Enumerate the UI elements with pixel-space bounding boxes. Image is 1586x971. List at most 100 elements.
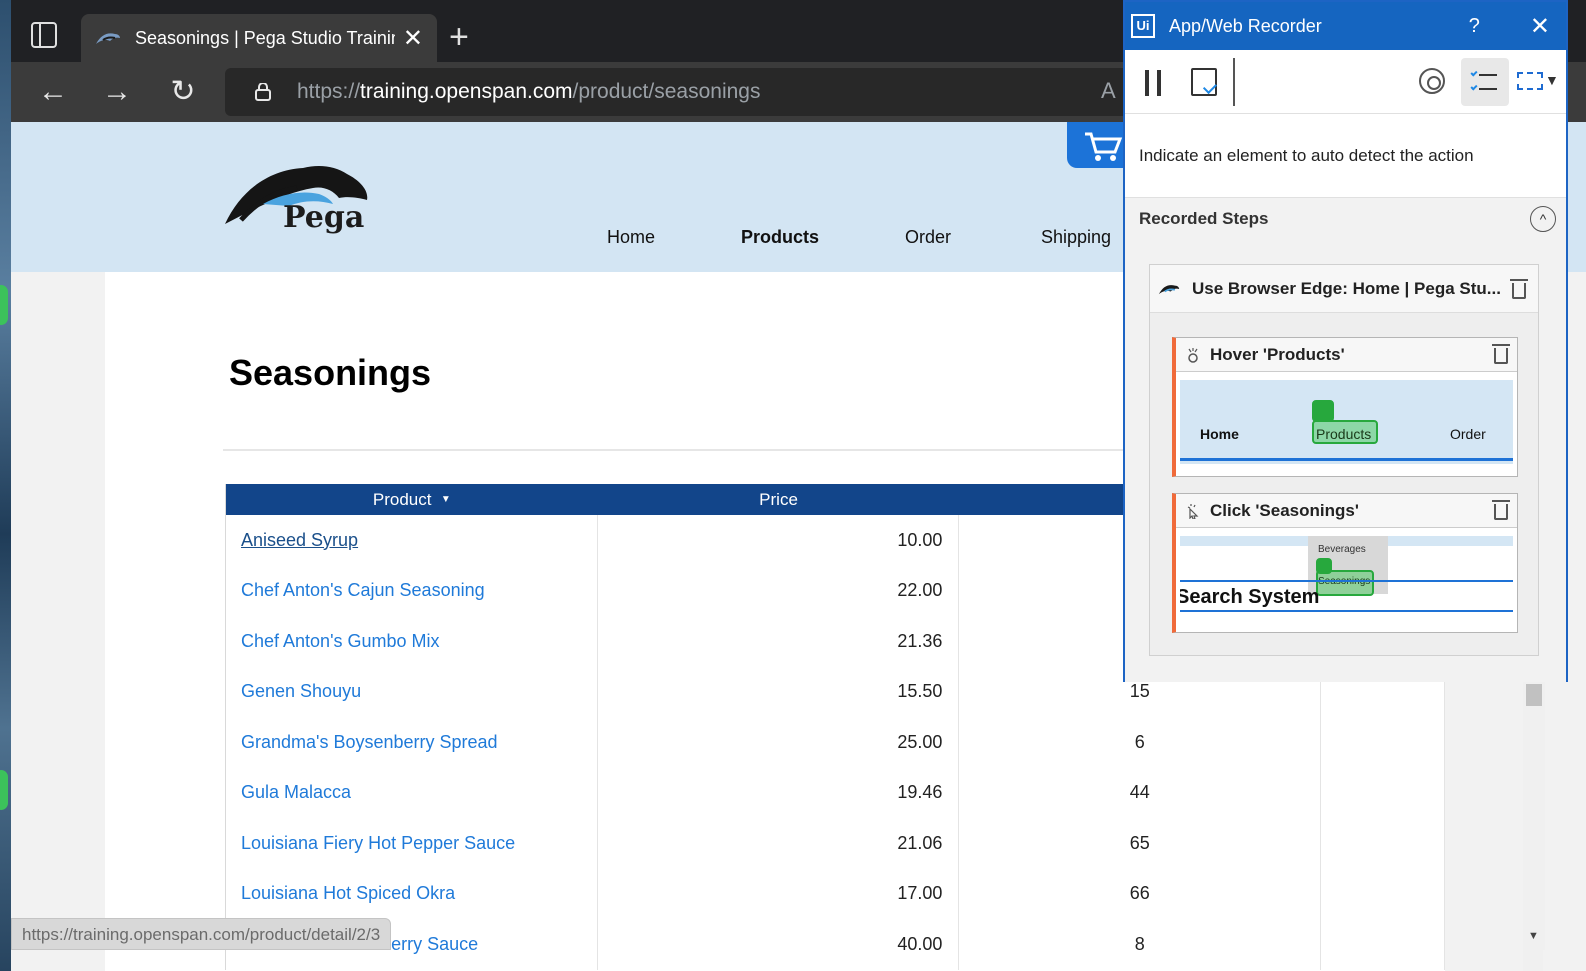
table-row: Northwoods Cranberry Sauce40.008 [226,919,1445,970]
list-line [1479,74,1497,76]
table-row: Grandma's Boysenberry Spread 25.00 6 [226,717,1445,768]
pega-logo-text: Pega [283,200,365,235]
page-title: Seasonings [229,352,432,393]
third-column-cell: 8 [959,919,1322,970]
thumb-products-label: Products [1316,426,1372,442]
table-row: Gula Malacca 19.46 44 [226,767,1445,818]
dropdown-arrow-icon[interactable]: ▼ [1545,72,1559,88]
thumb-search-label: Search System [1180,586,1320,608]
product-link[interactable]: Chef Anton's Cajun Seasoning [226,565,598,616]
price-cell: 21.36 [598,616,960,667]
thumb-beverages-label: Beverages [1318,544,1366,555]
extra-cell [1321,919,1445,970]
column-header-product[interactable]: Product ▼ [226,484,598,515]
third-column-cell: 44 [959,767,1322,818]
pause-icon[interactable] [1145,70,1161,96]
step-screenshot-thumbnail: Beverages Seasonings Search System [1180,536,1513,620]
step-click-seasonings[interactable]: Click 'Seasonings' Beverages Seasonings … [1172,493,1518,633]
product-link[interactable]: Grandma's Boysenberry Spread [226,717,598,768]
nav-products[interactable]: Products [741,227,819,248]
collapse-chevron-icon[interactable]: ^ [1530,206,1556,232]
desktop-app-icon [0,285,8,325]
click-icon [1187,503,1199,519]
window-scrollbar[interactable]: ▼ [1523,682,1545,950]
toolbar-separator [1233,58,1235,106]
delete-step-icon[interactable] [1492,500,1510,520]
use-browser-scope[interactable]: Use Browser Edge: Home | Pega Stu... Hov… [1149,264,1539,656]
tab-close-icon[interactable]: ✕ [403,24,423,53]
browser-tab-active[interactable]: Seasonings | Pega Studio Training ✕ [81,14,437,62]
scope-title: Use Browser Edge: Home | Pega Stu... [1192,278,1501,298]
third-column-cell: 65 [959,818,1322,869]
target-marker-icon [1316,558,1332,574]
step-hover-products[interactable]: Hover 'Products' Home Products Order [1172,337,1518,477]
recorded-steps-section: Recorded Steps ^ Use Browser Edge: Home … [1125,198,1566,682]
step-title: Click 'Seasonings' [1210,500,1359,520]
tab-actions-icon[interactable] [31,22,57,48]
price-cell: 19.46 [598,767,960,818]
delete-scope-icon[interactable] [1510,279,1528,299]
check-icon [1470,83,1478,91]
sort-arrow-icon: ▼ [440,494,451,505]
pega-favicon-icon [96,33,120,44]
price-cell: 10.00 [598,515,960,566]
price-cell: 21.06 [598,818,960,869]
help-icon[interactable]: ? [1469,15,1480,38]
target-options-icon[interactable] [1419,68,1445,94]
scope-header: Use Browser Edge: Home | Pega Stu... [1150,265,1538,313]
recorder-title-bar: Ui App/Web Recorder ? ✕ [1125,2,1566,50]
url-scheme: https:// [297,80,361,103]
third-column-cell: 66 [959,868,1322,919]
steps-view-toggle[interactable] [1461,58,1509,106]
tab-title: Seasonings | Pega Studio Training [135,27,395,48]
nav-shipping[interactable]: Shipping [1041,227,1111,248]
target-marker-icon [1312,400,1334,422]
product-link[interactable]: Louisiana Hot Spiced Okra [226,868,598,919]
product-link[interactable]: Chef Anton's Gumbo Mix [226,616,598,667]
step-screenshot-thumbnail: Home Products Order [1180,380,1513,464]
screen-capture-icon[interactable] [1517,72,1543,90]
thumb-underline [1180,458,1513,461]
nav-home[interactable]: Home [607,227,655,248]
desktop-background [0,0,11,971]
back-arrow-icon[interactable]: ← [31,70,75,114]
price-cell: 17.00 [598,868,960,919]
column-header-product-label: Product [372,489,432,509]
close-recorder-icon[interactable]: ✕ [1530,12,1550,41]
recorded-steps-header: Recorded Steps [1139,209,1269,228]
save-and-exit-icon[interactable] [1191,68,1217,96]
new-tab-button[interactable]: + [449,18,469,57]
nav-order[interactable]: Order [905,227,951,248]
recorder-panel: Ui App/Web Recorder ? ✕ ▼ Indicate an el… [1123,0,1568,682]
table-row: Louisiana Fiery Hot Pepper Sauce 21.06 65 [226,818,1445,869]
delete-step-icon[interactable] [1492,344,1510,364]
extra-cell [1321,767,1445,818]
product-link[interactable]: Genen Shouyu [226,666,598,717]
shopping-cart-icon [1085,132,1123,161]
divider [223,449,1243,451]
refresh-icon[interactable]: ↻ [161,70,205,114]
forward-arrow-icon[interactable]: → [95,70,139,114]
desktop-app-icon [0,770,8,810]
product-link[interactable]: Louisiana Fiery Hot Pepper Sauce [226,818,598,869]
thumb-line [1180,580,1513,582]
thumb-home-label: Home [1200,426,1239,442]
address-bar[interactable]: https://training.openspan.com/product/se… [225,68,1225,116]
step-header: Click 'Seasonings' [1176,494,1517,528]
price-cell: 22.00 [598,565,960,616]
table-row: Louisiana Hot Spiced Okra 17.00 66 [226,868,1445,919]
read-aloud-icon[interactable]: A [1101,78,1116,104]
window-scrollbar-thumb[interactable] [1526,684,1542,706]
recorder-title: App/Web Recorder [1169,15,1322,36]
price-cell: 40.00 [598,919,960,970]
check-icon [1470,69,1478,77]
lock-icon[interactable] [255,83,271,101]
scroll-down-arrow-icon[interactable]: ▼ [1528,930,1539,942]
product-link[interactable]: Gula Malacca [226,767,598,818]
price-cell: 25.00 [598,717,960,768]
product-link[interactable]: Aniseed Syrup [226,515,598,566]
recorder-hint: Indicate an element to auto detect the a… [1125,114,1566,198]
column-header-price[interactable]: Price [598,484,960,515]
recorder-toolbar: ▼ [1125,50,1566,114]
thumb-line [1180,610,1513,612]
